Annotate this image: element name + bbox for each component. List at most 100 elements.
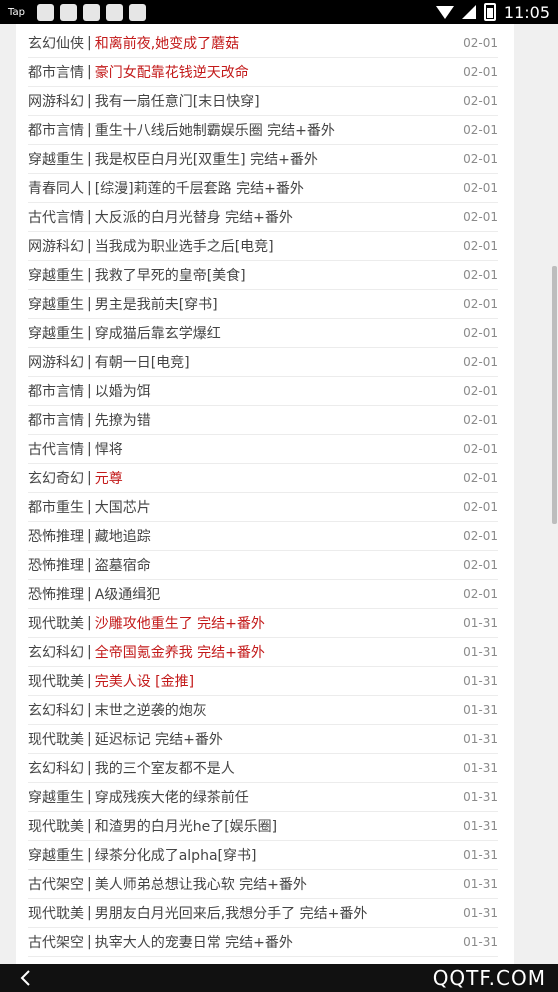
list-item[interactable]: 穿越重生 | 我是权臣白月光[双重生] 完结+番外 02-01 (28, 144, 498, 174)
book-title[interactable]: 和离前夜,她变成了蘑菇 (95, 33, 239, 53)
list-item[interactable]: 玄幻科幻 | 全帝国氪金养我 完结+番外 01-31 (28, 637, 498, 667)
book-title[interactable]: 藏地追踪 (95, 526, 151, 546)
book-title[interactable]: A级通缉犯 (95, 584, 161, 604)
book-title[interactable]: 我是权臣白月光[双重生] 完结+番外 (95, 149, 318, 169)
book-category: 玄幻奇幻 (28, 470, 84, 487)
separator: | (87, 34, 92, 51)
book-date: 02-01 (463, 528, 498, 543)
book-title[interactable]: 绿茶分化成了alpha[穿书] (95, 845, 257, 865)
separator: | (87, 469, 92, 486)
book-category: 恐怖推理 (28, 528, 84, 545)
list-item[interactable]: 现代耽美 | 延迟标记 完结+番外 01-31 (28, 724, 498, 754)
book-title[interactable]: 沙雕攻他重生了 完结+番外 (95, 613, 265, 633)
list-item[interactable]: 穿越重生 | 男主是我前夫[穿书] 02-01 (28, 289, 498, 319)
book-date: 02-01 (463, 586, 498, 601)
book-title[interactable]: 我救了早死的皇帝[美食] (95, 265, 246, 285)
book-title[interactable]: 末世之逆袭的炮灰 (95, 700, 207, 720)
list-item[interactable]: 恐怖推理 | A级通缉犯 02-01 (28, 579, 498, 609)
book-title[interactable]: 当我成为职业选手之后[电竞] (95, 236, 274, 256)
list-item[interactable]: 网游科幻 | 有朝一日[电竞] 02-01 (28, 347, 498, 377)
separator: | (87, 759, 92, 776)
book-category: 古代言情 (28, 441, 84, 458)
book-title[interactable]: 执宰大人的宠妻日常 完结+番外 (95, 932, 293, 952)
book-title[interactable]: 悍将 (95, 439, 123, 459)
list-item[interactable]: 网游科幻 | 当我成为职业选手之后[电竞] 02-01 (28, 231, 498, 261)
separator: | (87, 295, 92, 312)
list-item[interactable]: 青春同人 | [综漫]莉莲的千层套路 完结+番外 02-01 (28, 173, 498, 203)
book-title[interactable]: 全帝国氪金养我 完结+番外 (95, 642, 265, 662)
book-title[interactable]: 以婚为饵 (95, 381, 151, 401)
book-title[interactable]: [综漫]莉莲的千层套路 完结+番外 (95, 178, 304, 198)
book-title[interactable]: 先撩为错 (95, 410, 151, 430)
book-title[interactable]: 豪门女配靠花钱逆天改命 (95, 62, 249, 82)
list-item[interactable]: 穿越重生 | 穿成猫后靠玄学爆红 02-01 (28, 318, 498, 348)
list-item[interactable]: 古代架空 | 美人师弟总想让我心软 完结+番外 01-31 (28, 869, 498, 899)
book-date: 01-31 (463, 644, 498, 659)
book-title[interactable]: 我有一扇任意门[末日快穿] (95, 91, 260, 111)
book-title[interactable]: 男朋友白月光回来后,我想分手了 完结+番外 (95, 903, 368, 923)
list-item[interactable]: 都市言情 | 先撩为错 02-01 (28, 405, 498, 435)
list-item[interactable]: 穿越重生 | 穿成残疾大佬的绿茶前任 01-31 (28, 782, 498, 812)
list-item[interactable]: 玄幻仙侠 | 和离前夜,她变成了蘑菇 02-01 (28, 28, 498, 58)
list-item[interactable]: 玄幻奇幻 | 元尊 02-01 (28, 463, 498, 493)
book-date: 01-31 (463, 760, 498, 775)
separator: | (87, 875, 92, 892)
list-item[interactable]: 穿越重生 | 我救了早死的皇帝[美食] 02-01 (28, 260, 498, 290)
battery-icon (483, 3, 496, 21)
book-list[interactable]: 玄幻仙侠 | 和离前夜,她变成了蘑菇 02-01 都市言情 | 豪门女配靠花钱逆天改命 02-… (16, 24, 514, 964)
notification-icon (82, 3, 100, 21)
list-item[interactable]: 现代耽美 | 完美人设 [金推] 01-31 (28, 666, 498, 696)
book-category: 古代架空 (28, 876, 84, 893)
list-item[interactable]: 都市言情 | 豪门女配靠花钱逆天改命 02-01 (28, 57, 498, 87)
scrollbar[interactable] (552, 266, 557, 524)
book-category: 穿越重生 (28, 296, 84, 313)
list-item[interactable]: 玄幻科幻 | 末世之逆袭的炮灰 01-31 (28, 695, 498, 725)
list-item[interactable]: 都市重生 | 大国芯片 02-01 (28, 492, 498, 522)
book-date: 01-31 (463, 818, 498, 833)
list-item[interactable]: 古代言情 | 悍将 02-01 (28, 434, 498, 464)
book-title[interactable]: 完美人设 [金推] (95, 671, 194, 691)
book-title[interactable]: 穿成猫后靠玄学爆红 (95, 323, 221, 343)
list-item[interactable]: 现代耽美 | 男朋友白月光回来后,我想分手了 完结+番外 01-31 (28, 898, 498, 928)
list-item[interactable]: 网游科幻 | 我有一扇任意门[末日快穿] 02-01 (28, 86, 498, 116)
book-title[interactable]: 重生十八线后她制霸娱乐圈 完结+番外 (95, 120, 335, 140)
book-title[interactable]: 和渣男的白月光he了[娱乐圈] (95, 816, 277, 836)
separator: | (87, 730, 92, 747)
book-title[interactable]: 大反派的白月光替身 完结+番外 (95, 207, 293, 227)
book-date: 01-31 (463, 615, 498, 630)
list-item[interactable]: 玄幻科幻 | 我的三个室友都不是人 01-31 (28, 753, 498, 783)
wifi-icon (435, 5, 454, 19)
book-date: 02-01 (463, 35, 498, 50)
book-title[interactable]: 我的三个室友都不是人 (95, 758, 235, 778)
book-category: 古代架空 (28, 934, 84, 951)
book-date: 02-01 (463, 93, 498, 108)
list-item[interactable]: 恐怖推理 | 藏地追踪 02-01 (28, 521, 498, 551)
book-title[interactable]: 穿成残疾大佬的绿茶前任 (95, 787, 249, 807)
status-tag: Tap (8, 6, 25, 18)
book-date: 01-31 (463, 905, 498, 920)
book-title[interactable]: 美人师弟总想让我心软 完结+番外 (95, 874, 307, 894)
book-category: 古代言情 (28, 209, 84, 226)
book-title[interactable]: 男主是我前夫[穿书] (95, 294, 218, 314)
book-title[interactable]: 盗墓宿命 (95, 555, 151, 575)
status-bar: Tap 11:05 (0, 0, 558, 24)
list-item[interactable]: 古代言情 | 大反派的白月光替身 完结+番外 02-01 (28, 202, 498, 232)
book-title[interactable]: 大国芯片 (95, 497, 151, 517)
list-item[interactable]: 现代耽美 | 和渣男的白月光he了[娱乐圈] 01-31 (28, 811, 498, 841)
book-title[interactable]: 有朝一日[电竞] (95, 352, 190, 372)
list-item[interactable]: 都市言情 | 以婚为饵 02-01 (28, 376, 498, 406)
book-category: 恐怖推理 (28, 586, 84, 603)
back-icon[interactable] (18, 970, 34, 986)
book-title[interactable]: 元尊 (95, 468, 123, 488)
list-item[interactable]: 古代架空|病弱白月光重生了01-31 (28, 956, 498, 965)
list-item[interactable]: 现代耽美 | 沙雕攻他重生了 完结+番外 01-31 (28, 608, 498, 638)
book-category: 网游科幻 (28, 238, 84, 255)
list-item[interactable]: 古代架空 | 执宰大人的宠妻日常 完结+番外 01-31 (28, 927, 498, 957)
book-category: 现代耽美 (28, 818, 84, 835)
list-item[interactable]: 恐怖推理 | 盗墓宿命 02-01 (28, 550, 498, 580)
list-item[interactable]: 穿越重生 | 绿茶分化成了alpha[穿书] 01-31 (28, 840, 498, 870)
book-date: 01-31 (463, 673, 498, 688)
book-date: 01-31 (463, 847, 498, 862)
book-title[interactable]: 延迟标记 完结+番外 (95, 729, 223, 749)
list-item[interactable]: 都市言情 | 重生十八线后她制霸娱乐圈 完结+番外 02-01 (28, 115, 498, 145)
